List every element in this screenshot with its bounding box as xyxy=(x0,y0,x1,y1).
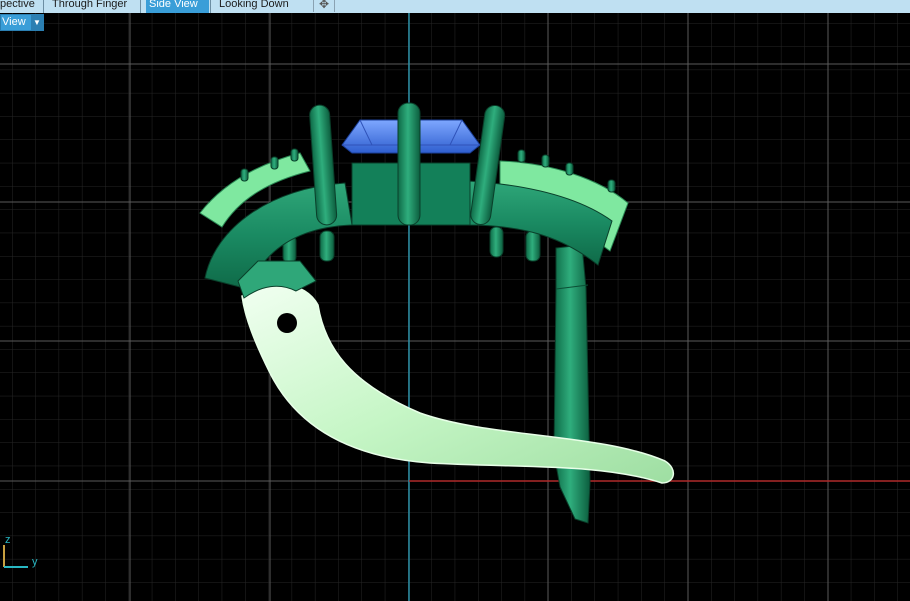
add-tab-button[interactable]: ✥ xyxy=(313,0,335,12)
under-prong[interactable] xyxy=(319,230,335,262)
tab-looking-down[interactable]: Looking Down xyxy=(216,0,306,13)
grid-minor xyxy=(0,13,910,601)
tab-through-finger[interactable]: Through Finger xyxy=(49,0,139,13)
axis-gizmo: z y xyxy=(0,534,50,590)
axis-y-label: y xyxy=(32,556,38,568)
axis-z-label: z xyxy=(5,534,11,546)
tab-divider xyxy=(43,0,44,13)
tab-side-view[interactable]: Side View xyxy=(146,0,209,13)
tab-perspective[interactable]: pective xyxy=(0,0,43,13)
view-menu[interactable]: View ▼ xyxy=(0,14,44,31)
cad-window: pective Through Finger Side View Looking… xyxy=(0,0,910,601)
tab-divider xyxy=(210,0,211,13)
under-prong[interactable] xyxy=(525,230,541,262)
view-menu-label: View xyxy=(2,16,26,28)
viewport-canvas[interactable] xyxy=(0,13,910,601)
plus-icon: ✥ xyxy=(318,0,330,11)
under-prong[interactable] xyxy=(489,226,504,258)
view-tab-strip: pective Through Finger Side View Looking… xyxy=(0,0,910,13)
prong-center[interactable] xyxy=(397,102,421,226)
triangle-down-icon[interactable]: ▼ xyxy=(31,15,43,30)
tab-divider xyxy=(140,0,141,13)
arm-hole xyxy=(277,313,297,333)
viewport-side-view[interactable]: z y xyxy=(0,13,910,601)
